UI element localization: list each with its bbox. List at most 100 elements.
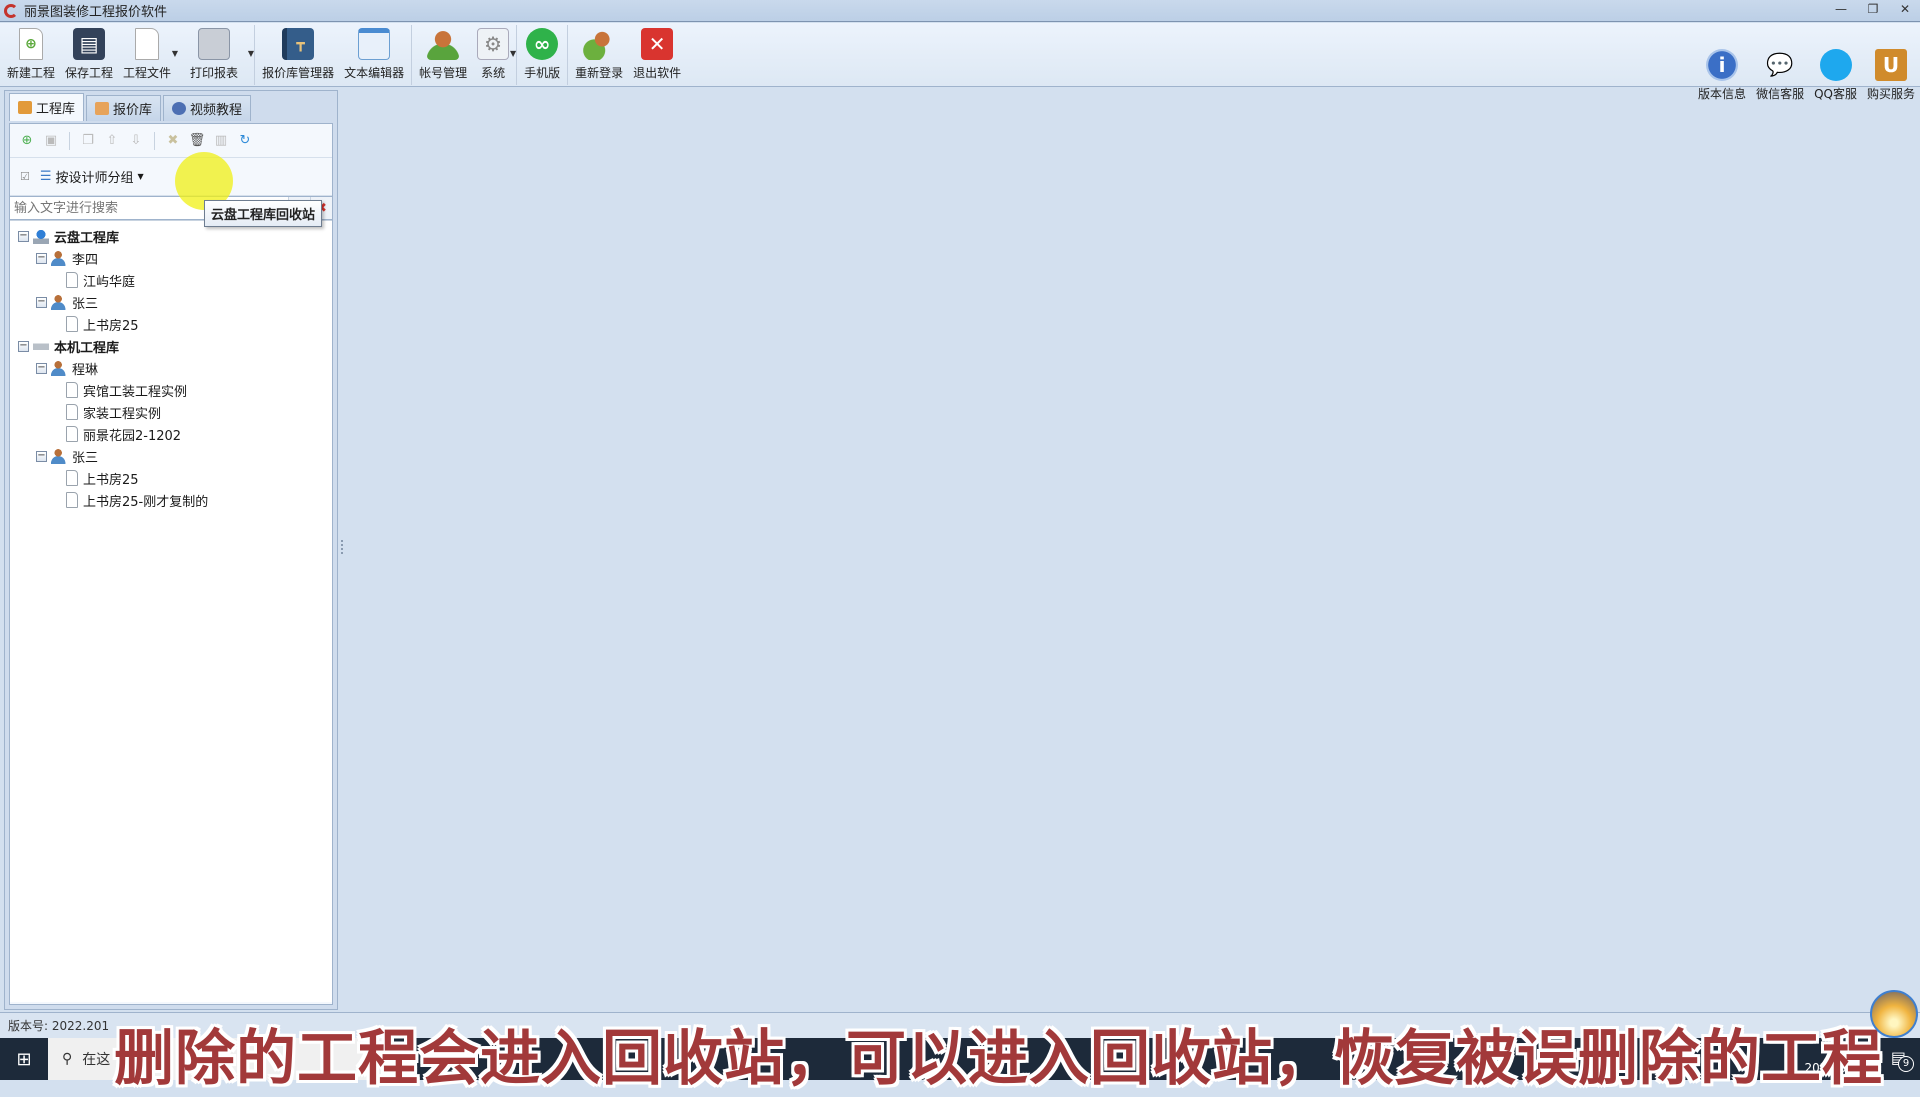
chevron-down-icon: ▼ (247, 49, 255, 58)
tree-item-label: 上书房25 (83, 318, 139, 334)
cloud-library-icon (33, 228, 49, 244)
main-toolbar: ⊕ 新建工程 ▤ 保存工程 工程文件 ▼ 打印报表 ▼ ┳ 报价库管理器 文本编辑器 帐号… (0, 23, 1920, 101)
download-icon[interactable]: ⇩ (127, 132, 145, 150)
search-icon: ⚲ (62, 1051, 73, 1067)
designer-icon (51, 294, 67, 310)
file-icon (66, 426, 78, 442)
collapse-icon[interactable]: − (36, 362, 47, 374)
qq-support-button[interactable]: QQ客服 (1809, 46, 1862, 106)
house-icon (18, 101, 32, 114)
add-project-icon[interactable]: ⊕ (18, 132, 36, 150)
qq-icon (1819, 49, 1852, 81)
restore-button[interactable]: ❐ (1864, 2, 1882, 16)
designer-icon (51, 448, 67, 464)
tree-item-project[interactable]: 上书房25 (14, 313, 332, 335)
checkbox-toggle-icon[interactable]: ☑ (20, 170, 30, 183)
quote-library-manager-button[interactable]: ┳ 报价库管理器 (257, 25, 339, 85)
tree-item-label: 丽景花园2-1202 (83, 428, 182, 444)
tree-item-label: 上书房25 (83, 472, 139, 488)
tree-item-project[interactable]: 江屿华庭 (14, 269, 332, 291)
save-icon: ▤ (73, 28, 106, 60)
tree-item-designer[interactable]: − 李四 (14, 247, 332, 269)
file-icon (66, 382, 78, 398)
tree-item-label: 张三 (72, 450, 99, 466)
system-gear-icon: ⚙ (477, 28, 510, 60)
file-icon (66, 272, 78, 288)
tab-quote-library[interactable]: 报价库 (86, 95, 162, 121)
close-button[interactable]: ✕ (1896, 2, 1914, 16)
collapse-icon[interactable]: − (18, 340, 29, 352)
floating-avatar[interactable] (1870, 990, 1918, 1038)
wechat-icon: 💬 (1766, 52, 1794, 78)
print-report-button[interactable]: 打印报表 ▼ (176, 25, 255, 85)
delete-icon[interactable]: ✖ (164, 132, 182, 150)
tree-item-label: 云盘工程库 (54, 230, 120, 246)
tree-item-library[interactable]: − 云盘工程库 (14, 225, 332, 247)
wechat-support-button[interactable]: 💬 微信客服 (1751, 46, 1809, 106)
title-bar: 丽景图装修工程报价软件 — ❐ ✕ (0, 0, 1920, 22)
group-by-dropdown[interactable]: ☰ 按设计师分组 ▼ (40, 167, 144, 186)
tab-project-library[interactable]: 工程库 (9, 93, 85, 121)
recycle-bin-tooltip: 云盘工程库回收站 (204, 200, 323, 227)
relogin-button[interactable]: 重新登录 (570, 25, 628, 85)
windows-start-icon[interactable]: ⊞ (0, 1038, 48, 1080)
tree-item-label: 张三 (72, 296, 99, 312)
tree-item-label: 程琳 (72, 362, 99, 378)
restore-icon[interactable]: ▥ (212, 132, 230, 150)
collapse-icon[interactable]: − (36, 296, 47, 308)
account-management-button[interactable]: 帐号管理 (414, 25, 472, 85)
shopping-bag-icon: U (1874, 49, 1907, 81)
mobile-icon: ∞ (526, 28, 559, 60)
recycle-bin-icon[interactable]: 🗑 (188, 132, 206, 150)
window-title: 丽景图装修工程报价软件 (24, 5, 168, 20)
designer-icon (51, 250, 67, 266)
project-file-button[interactable]: 工程文件 ▼ (118, 25, 178, 85)
relogin-icon (583, 28, 616, 60)
exit-button[interactable]: ✕ 退出软件 (628, 25, 686, 85)
upload-icon[interactable]: ⇧ (103, 132, 121, 150)
collapse-icon[interactable]: − (18, 230, 29, 242)
minimize-button[interactable]: — (1832, 2, 1850, 16)
notification-center-icon[interactable]: ▤ 9 (1891, 1048, 1914, 1072)
buy-service-button[interactable]: U 购买服务 (1862, 46, 1920, 106)
tree-item-designer[interactable]: − 张三 (14, 445, 332, 467)
import-icon[interactable]: ▣ (42, 132, 60, 150)
exit-icon: ✕ (641, 28, 674, 60)
tree-item-project[interactable]: 宾馆工装工程实例 (14, 379, 332, 401)
collapse-icon[interactable]: − (36, 450, 47, 462)
tree-item-project[interactable]: 上书房25-刚才复制的 (14, 489, 332, 511)
collapse-icon[interactable]: − (36, 252, 47, 264)
tree-item-project[interactable]: 上书房25 (14, 467, 332, 489)
mobile-version-button[interactable]: ∞ 手机版 (519, 25, 565, 85)
text-editor-icon (358, 28, 391, 60)
tree-item-label: 本机工程库 (54, 340, 120, 356)
tree-item-project[interactable]: 丽景花园2-1202 (14, 423, 332, 445)
tab-video-tutorial[interactable]: 视频教程 (163, 95, 252, 121)
text-editor-button[interactable]: 文本编辑器 (339, 25, 409, 85)
tree-item-designer[interactable]: − 程琳 (14, 357, 332, 379)
print-icon (198, 28, 231, 60)
tree-item-library[interactable]: − 本机工程库 (14, 335, 332, 357)
info-icon: i (1706, 49, 1739, 81)
tree-item-label: 江屿华庭 (83, 274, 136, 290)
system-button[interactable]: ⚙ 系统 ▼ (472, 25, 517, 85)
tree-item-designer[interactable]: − 张三 (14, 291, 332, 313)
folder-icon (95, 102, 110, 115)
file-icon (66, 470, 78, 486)
project-library-panel: 工程库 报价库 视频教程 ⊕ ▣ ❐ ⇧ ⇩ ✖ 🗑 ▥ ↻ 云盘工程库回收站 … (4, 90, 338, 1010)
chevron-down-icon: ▼ (137, 172, 144, 181)
version-number: 版本号: 2022.201 (8, 1019, 110, 1033)
new-project-button[interactable]: ⊕ 新建工程 (2, 25, 60, 85)
save-project-button[interactable]: ▤ 保存工程 (60, 25, 118, 85)
group-icon: ☰ (39, 169, 52, 184)
tree-item-project[interactable]: 家装工程实例 (14, 401, 332, 423)
chevron-down-icon: ▼ (509, 49, 517, 58)
version-info-button[interactable]: i 版本信息 (1693, 46, 1751, 106)
refresh-icon[interactable]: ↻ (236, 132, 254, 150)
tree-item-label: 家装工程实例 (83, 406, 162, 422)
account-icon (427, 28, 460, 60)
designer-icon (51, 360, 67, 376)
copy-icon[interactable]: ❐ (79, 132, 97, 150)
splitter-grip-icon[interactable] (341, 540, 343, 554)
notification-count: 9 (1898, 1056, 1914, 1072)
